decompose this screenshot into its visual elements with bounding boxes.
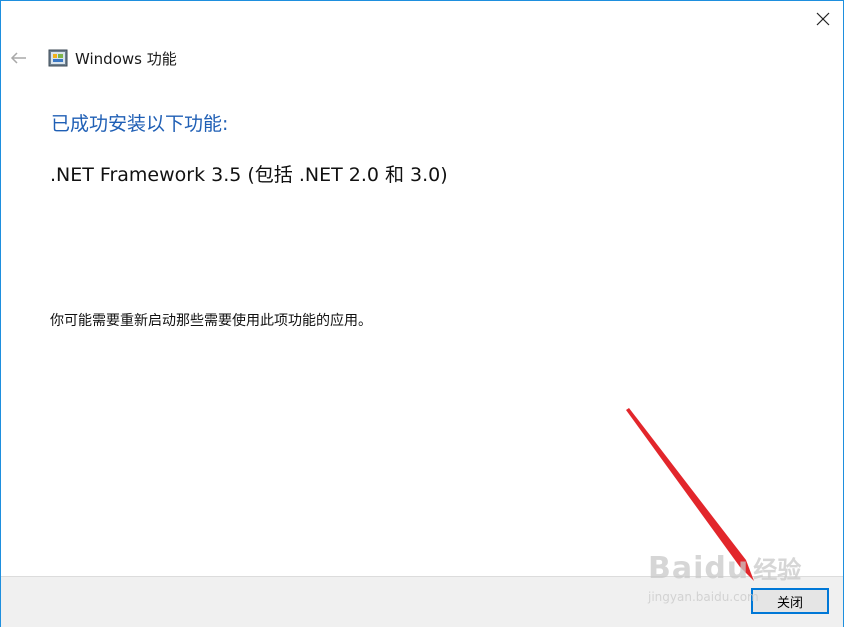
dialog-window: Windows 功能 已成功安装以下功能: .NET Framework 3.5… — [0, 0, 844, 627]
dialog-title: Windows 功能 — [75, 50, 177, 68]
dialog-header: Windows 功能 — [1, 41, 843, 75]
dialog-footer: 关闭 — [1, 576, 843, 627]
restart-note: 你可能需要重新启动那些需要使用此项功能的应用。 — [50, 313, 372, 329]
back-arrow-icon[interactable] — [9, 49, 29, 67]
success-heading: 已成功安装以下功能: — [51, 113, 229, 135]
window-close-icon[interactable] — [813, 9, 833, 29]
close-button[interactable]: 关闭 — [751, 588, 829, 614]
installed-feature: .NET Framework 3.5 (包括 .NET 2.0 和 3.0) — [50, 164, 448, 186]
windows-features-icon — [48, 48, 68, 68]
